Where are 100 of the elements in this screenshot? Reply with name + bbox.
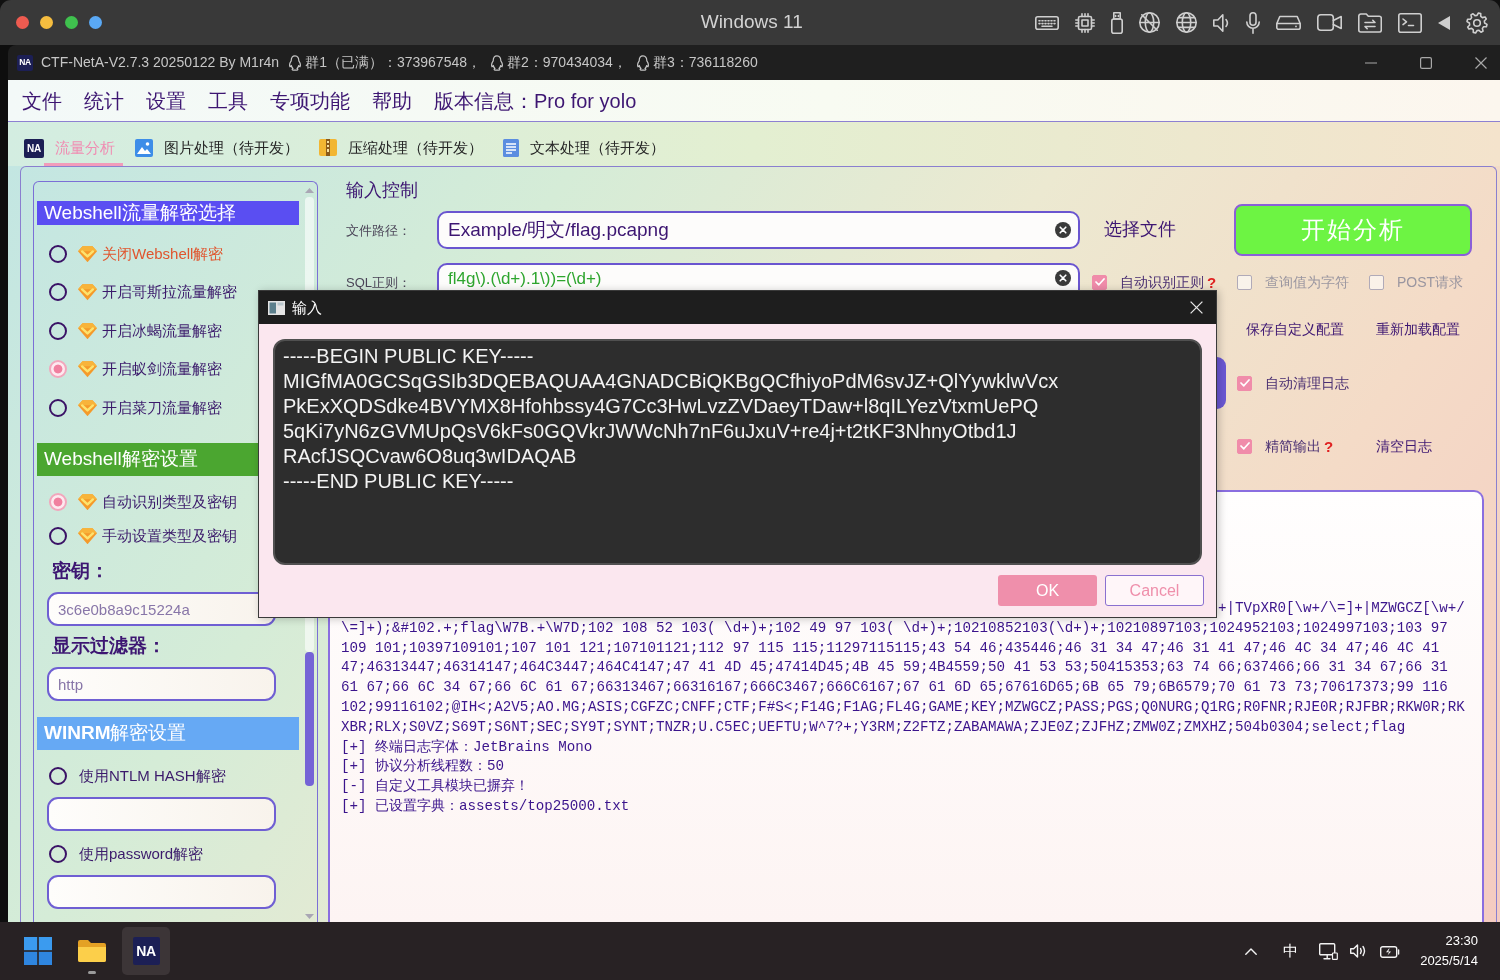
radio-label[interactable]: 使用NTLM HASH解密 <box>79 767 226 785</box>
checkbox[interactable] <box>1237 274 1252 290</box>
shared-folder-icon[interactable] <box>1358 12 1382 33</box>
file-path-field[interactable]: Example/明文/flag.pcapng <box>437 211 1080 249</box>
radio-label[interactable]: 使用password解密 <box>79 845 204 863</box>
text-input-area[interactable]: -----BEGIN PUBLIC KEY----- MIGfMA0GCSqGSIb3DQEBAQUAA4GNADCBiQKBgQCfhiyoPdM6svJZ+QlYywklwVcx PkExXQDSdke4BVYMX8Hfohbssy4G7Cc3HwLvzZVDaeyTDaw+l8qILYezVtxmUePQ 5qKi7yN6zGVMUpQsV6kFs0GQVkrJWWcNh7nF6uJxuV+re4j+t2tKF3NhnyOtbd1J RAcfJSQCvaw6O8uq3wIDAQAB -----END PUBLIC KEY----- <box>273 339 1202 565</box>
clock-date[interactable]: 2025/5/14 <box>1420 951 1478 971</box>
network-icon[interactable] <box>1319 942 1339 960</box>
checkbox[interactable] <box>1237 375 1252 391</box>
radio-label[interactable]: 开启蚁剑流量解密 <box>102 360 222 379</box>
radio-label[interactable]: 自动识别类型及密钥 <box>102 493 237 511</box>
input-field[interactable] <box>47 797 276 831</box>
traffic-light-icon[interactable] <box>64 16 78 29</box>
help-mark[interactable]: ? <box>1207 274 1217 290</box>
traffic-light-icon[interactable] <box>15 16 29 29</box>
microphone-icon[interactable] <box>1246 11 1260 34</box>
log-line: 109 101;10397109101;107 101 121;107101121;112 97 115 115;11297115115;43 54 46;435446;46 31 34 47;46 31 41 47;46 4C 34 47;46 4C 41 <box>341 638 1440 658</box>
globe-crossed-icon[interactable] <box>1139 12 1160 33</box>
log-line: [-] 自定义工具模块已摒弃！ <box>341 777 530 797</box>
start-icon <box>24 937 52 965</box>
choose-file-button[interactable]: 选择文件 <box>1104 219 1176 241</box>
config-button[interactable]: 保存自定义配置 <box>1246 320 1344 338</box>
keyboard-icon[interactable] <box>1035 15 1059 30</box>
traffic-light-icon[interactable] <box>40 16 53 29</box>
scrollbar-thumb[interactable] <box>304 652 314 786</box>
menu-item[interactable]: 专项功能 <box>270 88 350 113</box>
radio-button[interactable] <box>49 321 67 340</box>
folder-icon <box>78 939 106 963</box>
checkbox[interactable] <box>1237 438 1252 454</box>
button-edge <box>1217 357 1226 409</box>
tab[interactable]: 压缩处理（待开发） <box>319 135 491 166</box>
menu-item[interactable]: 版本信息：Pro for yolo <box>434 88 637 113</box>
checkbox-label[interactable]: 自动清理日志 <box>1265 376 1349 390</box>
settings-icon[interactable] <box>1466 11 1488 34</box>
input-field[interactable] <box>47 875 276 909</box>
usb-drive-icon[interactable] <box>1111 11 1123 34</box>
menu-item[interactable]: 文件 <box>22 88 62 113</box>
radio-button[interactable] <box>49 493 67 511</box>
traffic-light-icon[interactable] <box>89 16 102 29</box>
globe-icon[interactable] <box>1176 12 1197 33</box>
field-label: SQL正则： <box>346 275 412 289</box>
section-header: Webshell流量解密选择 <box>37 201 299 225</box>
radio-button[interactable] <box>49 244 67 263</box>
input-method-indicator[interactable]: 中 <box>1283 942 1299 960</box>
checkbox-label[interactable]: 自动识别正则 <box>1120 275 1204 289</box>
group-info: 群3：736118260 <box>652 54 758 71</box>
log-line: [+] 协议分析线程数：50 <box>341 757 505 777</box>
taskbar-button[interactable]: NA <box>122 927 170 975</box>
radio-button[interactable] <box>49 283 67 302</box>
tab[interactable]: 图片处理（待开发） <box>135 135 307 166</box>
clear-log-button[interactable]: 清空日志 <box>1376 437 1432 455</box>
minimize-icon[interactable] <box>1365 61 1377 64</box>
maximize-icon[interactable] <box>1420 56 1432 69</box>
triangle-icon[interactable] <box>1438 15 1450 30</box>
video-camera-icon[interactable] <box>1317 14 1342 31</box>
radio-label[interactable]: 开启冰蝎流量解密 <box>102 321 222 340</box>
radio-label[interactable]: 开启哥斯拉流量解密 <box>102 283 237 302</box>
section-header: WINRM解密设置 <box>37 716 299 750</box>
config-button[interactable]: 重新加载配置 <box>1376 320 1460 338</box>
radio-button[interactable] <box>49 767 67 785</box>
menu-item[interactable]: 设置 <box>146 88 186 113</box>
window-icon <box>268 300 285 315</box>
input-field[interactable]: 3c6e0b8a9c15224a <box>47 592 276 626</box>
clear-icon[interactable] <box>1055 270 1071 286</box>
clear-icon[interactable] <box>1055 222 1071 238</box>
group-info: 群2：970434034， <box>507 54 627 71</box>
chevron-up-icon[interactable] <box>1245 947 1258 955</box>
clock-time[interactable]: 23:30 <box>1445 931 1478 951</box>
radio-button[interactable] <box>49 527 67 545</box>
volume-icon[interactable] <box>1350 944 1368 958</box>
archive-icon <box>319 139 337 156</box>
vm-title: Windows 11 <box>700 11 803 34</box>
menu-item[interactable]: 工具 <box>208 88 248 113</box>
checkbox[interactable] <box>1369 274 1384 290</box>
tab[interactable]: 文本处理（待开发） <box>503 135 673 166</box>
hard-drive-icon[interactable] <box>1276 15 1301 30</box>
radio-label[interactable]: 开启菜刀流量解密 <box>102 398 222 417</box>
group-info: 群1（已满）：373967548， <box>305 54 481 71</box>
battery-icon[interactable] <box>1380 944 1401 958</box>
picture-icon <box>135 139 153 157</box>
log-line: 47;46313447;46314147;464C3447;464C4147;47 41 4D 45;47414D45;4B 45 59;4B4559;50 41 53 53;50415353;63 74 66;637466;66 31 34 67;66 31 <box>341 658 1448 678</box>
radio-button[interactable] <box>49 398 67 417</box>
app-logo: NA <box>24 139 44 158</box>
checkbox-label[interactable]: 精简输出 <box>1265 439 1321 453</box>
speaker-icon[interactable] <box>1213 12 1230 33</box>
checkbox[interactable] <box>1092 274 1107 290</box>
menu-item[interactable]: 统计 <box>84 88 124 113</box>
log-line: [+] 终端日志字体：JetBrains Mono <box>341 737 593 757</box>
close-icon[interactable] <box>1475 56 1487 69</box>
radio-button[interactable] <box>49 360 67 379</box>
radio-button[interactable] <box>49 845 67 863</box>
chip-icon[interactable] <box>1075 12 1095 33</box>
penguin-icon <box>490 54 504 71</box>
terminal-icon[interactable] <box>1398 12 1422 33</box>
log-line: 102;99116102;@IH<;A2V5;AO.MG;ASIS;CGFZC;CNFF;CTF;F#S<;F14G;F1AG;FL4G;GAME;KEY;MZWGCZ;PASS;PGS;Q0NURG;Q1RG;R0FNR;RJE0R;RJFBR;RKW0R;RK <box>341 698 1465 717</box>
help-mark[interactable]: ? <box>1324 438 1334 454</box>
input-field[interactable]: http <box>47 667 276 701</box>
field-label: 密钥： <box>52 559 109 583</box>
radio-label[interactable]: 手动设置类型及密钥 <box>102 527 237 545</box>
menu-item[interactable]: 帮助 <box>372 88 412 113</box>
